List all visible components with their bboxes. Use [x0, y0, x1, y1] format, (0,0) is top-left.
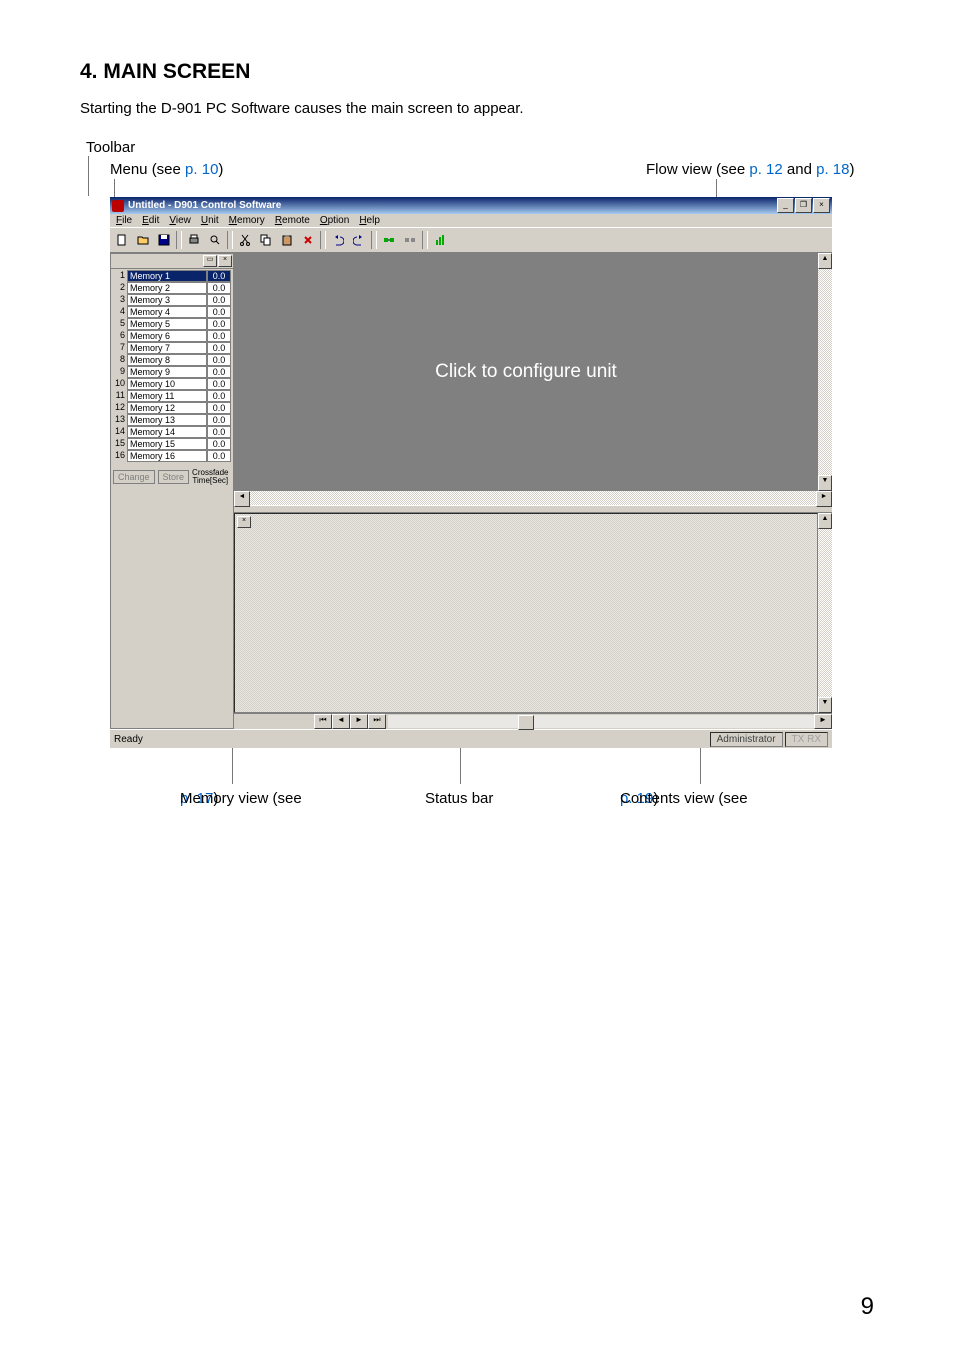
- link-p18[interactable]: p. 18: [816, 161, 849, 178]
- nav-first-button[interactable]: ⏮: [314, 714, 332, 729]
- window-title: Untitled - D901 Control Software: [128, 200, 777, 211]
- flow-message: Click to configure unit: [234, 253, 818, 491]
- clear-icon[interactable]: [298, 230, 318, 250]
- memory-row[interactable]: 6Memory 60.0: [113, 330, 231, 342]
- callout-line: [460, 748, 461, 784]
- nav-prev-button[interactable]: ◄: [332, 714, 350, 729]
- save-icon[interactable]: [154, 230, 174, 250]
- nav-right-button[interactable]: ►: [814, 714, 832, 729]
- memory-view: ▭ × 1Memory 10.02Memory 20.03Memory 30.0…: [110, 253, 234, 729]
- status-comm: TX RX: [785, 732, 828, 747]
- cut-icon[interactable]: [235, 230, 255, 250]
- flow-view[interactable]: Click to configure unit ▲▼ ◄►: [234, 253, 832, 505]
- nav-next-button[interactable]: ►: [350, 714, 368, 729]
- nav-last-button[interactable]: ⏭: [368, 714, 386, 729]
- memory-row[interactable]: 8Memory 80.0: [113, 354, 231, 366]
- memory-row[interactable]: 16Memory 160.0: [113, 450, 231, 462]
- new-icon[interactable]: [112, 230, 132, 250]
- memory-row[interactable]: 1Memory 10.0: [113, 270, 231, 282]
- link-p12[interactable]: p. 12: [749, 161, 782, 178]
- memory-row[interactable]: 5Memory 50.0: [113, 318, 231, 330]
- nav-scroll[interactable]: [388, 715, 814, 728]
- memory-row[interactable]: 7Memory 70.0: [113, 342, 231, 354]
- memory-row[interactable]: 15Memory 150.0: [113, 438, 231, 450]
- print-icon[interactable]: [184, 230, 204, 250]
- callout-line: [716, 179, 717, 197]
- preview-icon[interactable]: [205, 230, 225, 250]
- splitter[interactable]: [234, 505, 832, 513]
- titlebar: Untitled - D901 Control Software _ ❐ ×: [110, 197, 832, 214]
- memory-row[interactable]: 14Memory 140.0: [113, 426, 231, 438]
- page-number: 9: [861, 1293, 874, 1321]
- memory-row[interactable]: 13Memory 130.0: [113, 414, 231, 426]
- menu-file[interactable]: File: [116, 215, 132, 226]
- menubar: File Edit View Unit Memory Remote Option Help: [110, 214, 832, 227]
- restore-button[interactable]: ❐: [795, 198, 812, 213]
- minimize-button[interactable]: _: [777, 198, 794, 213]
- callout-line: [232, 748, 233, 784]
- link-p10[interactable]: p. 10: [185, 161, 218, 178]
- page-heading: 4. MAIN SCREEN: [80, 60, 874, 84]
- status-bar: Ready Administrator TX RX: [110, 729, 832, 748]
- memory-row[interactable]: 2Memory 20.0: [113, 282, 231, 294]
- callout-line: [88, 156, 89, 196]
- toolbar: [110, 227, 832, 253]
- menu-view[interactable]: View: [169, 215, 191, 226]
- crossfade-label: CrossfadeTime[Sec]: [192, 469, 228, 485]
- memview-close-icon[interactable]: ×: [218, 255, 232, 267]
- copy-icon[interactable]: [256, 230, 276, 250]
- screenshot: Untitled - D901 Control Software _ ❐ × F…: [110, 197, 832, 748]
- flowview-label: Flow view (see p. 12 and p. 18): [646, 161, 854, 178]
- menu-memory[interactable]: Memory: [229, 215, 265, 226]
- memory-list: 1Memory 10.02Memory 20.03Memory 30.04Mem…: [111, 269, 233, 466]
- intro-text: Starting the D-901 PC Software causes th…: [80, 100, 874, 117]
- open-icon[interactable]: [133, 230, 153, 250]
- memory-row[interactable]: 3Memory 30.0: [113, 294, 231, 306]
- status-ready: Ready: [114, 734, 708, 745]
- flow-vscroll[interactable]: ▲▼: [818, 253, 832, 491]
- redo-icon[interactable]: [349, 230, 369, 250]
- memory-row[interactable]: 11Memory 110.0: [113, 390, 231, 402]
- disconnect-icon[interactable]: [400, 230, 420, 250]
- memory-row[interactable]: 10Memory 100.0: [113, 378, 231, 390]
- memview-label: Memory view (see p. 17): [180, 790, 213, 807]
- connect-icon[interactable]: [379, 230, 399, 250]
- contents-vscroll[interactable]: ▲▼: [818, 513, 832, 713]
- toolbar-label: Toolbar: [86, 139, 135, 156]
- memory-row[interactable]: 12Memory 120.0: [113, 402, 231, 414]
- contents-view: × ▲▼: [234, 513, 832, 713]
- menu-help[interactable]: Help: [359, 215, 380, 226]
- menu-label: Menu (see p. 10): [110, 161, 223, 178]
- menu-unit[interactable]: Unit: [201, 215, 219, 226]
- statusbar-label: Status bar: [425, 790, 493, 807]
- contents-label: Contents view (see p. 19): [620, 790, 653, 807]
- callout-line: [700, 748, 701, 784]
- nav-row: ⏮ ◄ ► ⏭ ►: [234, 713, 832, 729]
- paste-icon[interactable]: [277, 230, 297, 250]
- memory-row[interactable]: 4Memory 40.0: [113, 306, 231, 318]
- change-button[interactable]: Change: [113, 470, 155, 484]
- level-icon[interactable]: [430, 230, 450, 250]
- callout-line: [114, 179, 115, 197]
- menu-option[interactable]: Option: [320, 215, 349, 226]
- app-icon: [112, 200, 124, 212]
- flow-hscroll[interactable]: ◄►: [234, 491, 832, 505]
- close-button[interactable]: ×: [813, 198, 830, 213]
- undo-icon[interactable]: [328, 230, 348, 250]
- menu-edit[interactable]: Edit: [142, 215, 159, 226]
- menu-remote[interactable]: Remote: [275, 215, 310, 226]
- memory-row[interactable]: 9Memory 90.0: [113, 366, 231, 378]
- contents-close-icon[interactable]: ×: [237, 516, 251, 528]
- memview-dock-icon[interactable]: ▭: [203, 255, 217, 267]
- status-user: Administrator: [710, 732, 783, 747]
- store-button[interactable]: Store: [158, 470, 190, 484]
